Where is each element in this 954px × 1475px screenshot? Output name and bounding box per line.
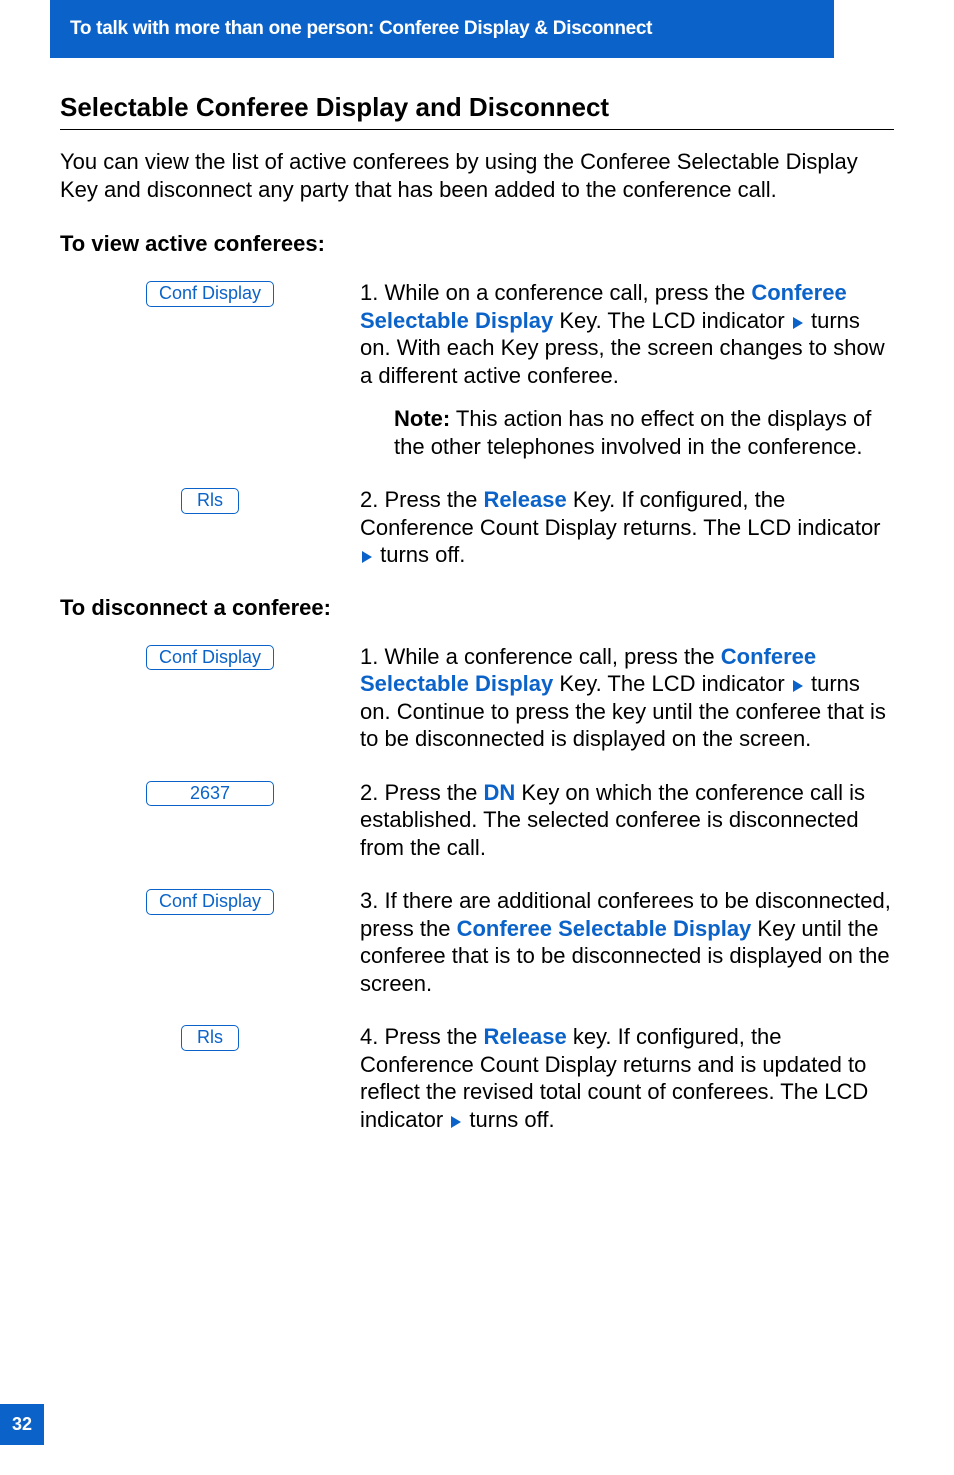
intro-paragraph: You can view the list of active conferee… <box>60 148 894 203</box>
key-name: Release <box>484 487 567 512</box>
key-name: Conferee Selectable Display <box>457 916 752 941</box>
section-title: Selectable Conferee Display and Disconne… <box>60 92 894 130</box>
rls-key: Rls <box>181 488 239 514</box>
page: To talk with more than one person: Confe… <box>0 0 954 1475</box>
step-pre: While on a conference call, press the <box>384 280 751 305</box>
conf-display-key: Conf Display <box>146 889 274 915</box>
dn-key: 2637 <box>146 781 274 807</box>
text-col: 3. If there are additional conferees to … <box>360 887 894 997</box>
note-block: Note: This action has no effect on the d… <box>360 405 894 460</box>
key-col: Conf Display <box>60 643 360 671</box>
conf-display-key: Conf Display <box>146 281 274 307</box>
view-step-2: Rls 2. Press the Release Key. If configu… <box>60 486 894 569</box>
indicator-icon <box>451 1116 461 1128</box>
subhead-view: To view active conferees: <box>60 231 894 257</box>
step-after-key: Key. The LCD indicator <box>553 671 791 696</box>
step-pre: Press the <box>384 487 483 512</box>
step-pre: While a conference call, press the <box>384 644 720 669</box>
step-num: 3. <box>360 888 384 913</box>
rls-key: Rls <box>181 1025 239 1051</box>
text-col: 2. Press the DN Key on which the confere… <box>360 779 894 862</box>
step-num: 1. <box>360 280 384 305</box>
disconnect-step-2: 2637 2. Press the DN Key on which the co… <box>60 779 894 862</box>
page-number: 32 <box>0 1404 44 1445</box>
key-col: Conf Display <box>60 279 360 307</box>
step-num: 4. <box>360 1024 384 1049</box>
key-col: 2637 <box>60 779 360 807</box>
note-label: Note: <box>394 406 450 431</box>
indicator-icon <box>362 551 372 563</box>
text-col: 4. Press the Release key. If configured,… <box>360 1023 894 1133</box>
key-col: Rls <box>60 1023 360 1051</box>
disconnect-step-4: Rls 4. Press the Release key. If configu… <box>60 1023 894 1133</box>
step-pre: Press the <box>384 780 483 805</box>
note-text: This action has no effect on the display… <box>394 406 871 459</box>
indicator-icon <box>793 680 803 692</box>
step-after-ind: turns off. <box>463 1107 554 1132</box>
text-col: 2. Press the Release Key. If configured,… <box>360 486 894 569</box>
text-col: 1. While a conference call, press the Co… <box>360 643 894 753</box>
step-pre: Press the <box>384 1024 483 1049</box>
view-step-1: Conf Display 1. While on a conference ca… <box>60 279 894 460</box>
step-num: 1. <box>360 644 384 669</box>
indicator-icon <box>793 317 803 329</box>
header-band: To talk with more than one person: Confe… <box>50 0 834 58</box>
disconnect-step-1: Conf Display 1. While a conference call,… <box>60 643 894 753</box>
key-name: Release <box>484 1024 567 1049</box>
disconnect-step-3: Conf Display 3. If there are additional … <box>60 887 894 997</box>
step-after-ind: turns off. <box>374 542 465 567</box>
step-num: 2. <box>360 780 384 805</box>
key-col: Rls <box>60 486 360 514</box>
step-after-key: Key. The LCD indicator <box>553 308 791 333</box>
text-col: 1. While on a conference call, press the… <box>360 279 894 460</box>
key-name: DN <box>484 780 516 805</box>
key-col: Conf Display <box>60 887 360 915</box>
conf-display-key: Conf Display <box>146 645 274 671</box>
step-num: 2. <box>360 487 384 512</box>
subhead-disconnect: To disconnect a conferee: <box>60 595 894 621</box>
